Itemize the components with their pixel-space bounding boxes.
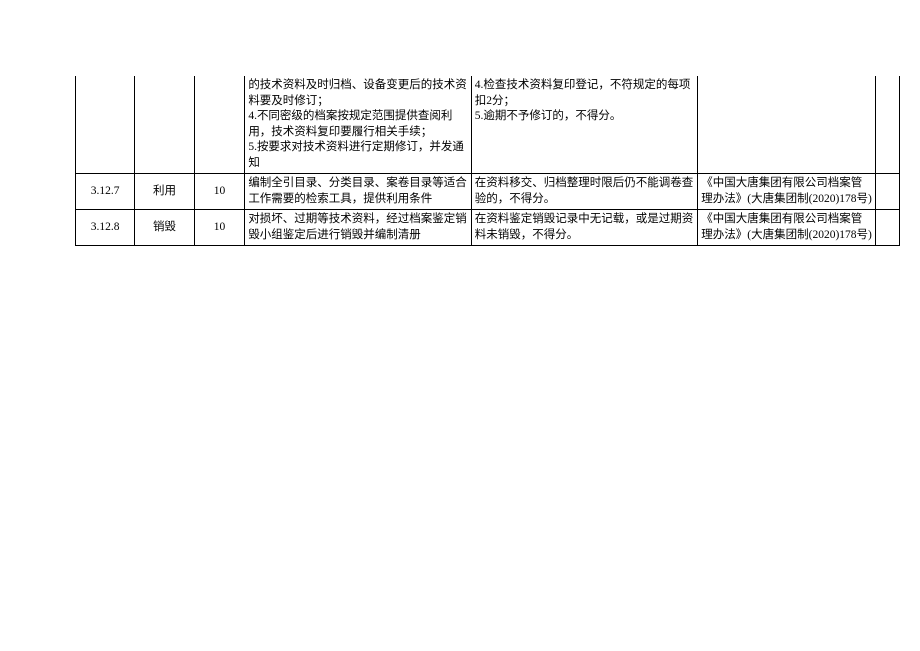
table-row: 3.12.7 利用 10 编制全引目录、分类目录、案卷目录等适合工作需要的检索工… bbox=[76, 174, 900, 210]
cell-requirements: 对损坏、过期等技术资料，经过档案鉴定销毁小组鉴定后进行销毁并编制清册 bbox=[245, 210, 471, 246]
cell-reference: 《中国大唐集团有限公司档案管理办法》(大唐集团制(2020)178号) bbox=[698, 210, 876, 246]
cell-id bbox=[76, 76, 135, 174]
cell-score bbox=[194, 76, 245, 174]
table-row: 的技术资料及时归档、设备变更后的技术资料要及时修订；4.不同密级的档案按规定范围… bbox=[76, 76, 900, 174]
cell-tail bbox=[876, 210, 900, 246]
cell-deductions: 在资料鉴定销毁记录中无记载，或是过期资料未销毁，不得分。 bbox=[471, 210, 697, 246]
cell-deductions: 在资料移交、归档整理时限后仍不能调卷查验的，不得分。 bbox=[471, 174, 697, 210]
cell-tail bbox=[876, 174, 900, 210]
cell-id: 3.12.7 bbox=[76, 174, 135, 210]
cell-name: 销毁 bbox=[135, 210, 194, 246]
cell-id: 3.12.8 bbox=[76, 210, 135, 246]
cell-score: 10 bbox=[194, 210, 245, 246]
cell-reference: 《中国大唐集团有限公司档案管理办法》(大唐集团制(2020)178号) bbox=[698, 174, 876, 210]
cell-tail bbox=[876, 76, 900, 174]
cell-score: 10 bbox=[194, 174, 245, 210]
cell-requirements: 的技术资料及时归档、设备变更后的技术资料要及时修订；4.不同密级的档案按规定范围… bbox=[245, 76, 471, 174]
document-page: 的技术资料及时归档、设备变更后的技术资料要及时修订；4.不同密级的档案按规定范围… bbox=[0, 0, 920, 246]
cell-name bbox=[135, 76, 194, 174]
table-row: 3.12.8 销毁 10 对损坏、过期等技术资料，经过档案鉴定销毁小组鉴定后进行… bbox=[76, 210, 900, 246]
evaluation-table: 的技术资料及时归档、设备变更后的技术资料要及时修订；4.不同密级的档案按规定范围… bbox=[75, 76, 900, 246]
cell-requirements: 编制全引目录、分类目录、案卷目录等适合工作需要的检索工具，提供利用条件 bbox=[245, 174, 471, 210]
cell-reference bbox=[698, 76, 876, 174]
cell-name: 利用 bbox=[135, 174, 194, 210]
cell-deductions: 4.检查技术资料复印登记，不符规定的每项扣2分；5.逾期不予修订的，不得分。 bbox=[471, 76, 697, 174]
